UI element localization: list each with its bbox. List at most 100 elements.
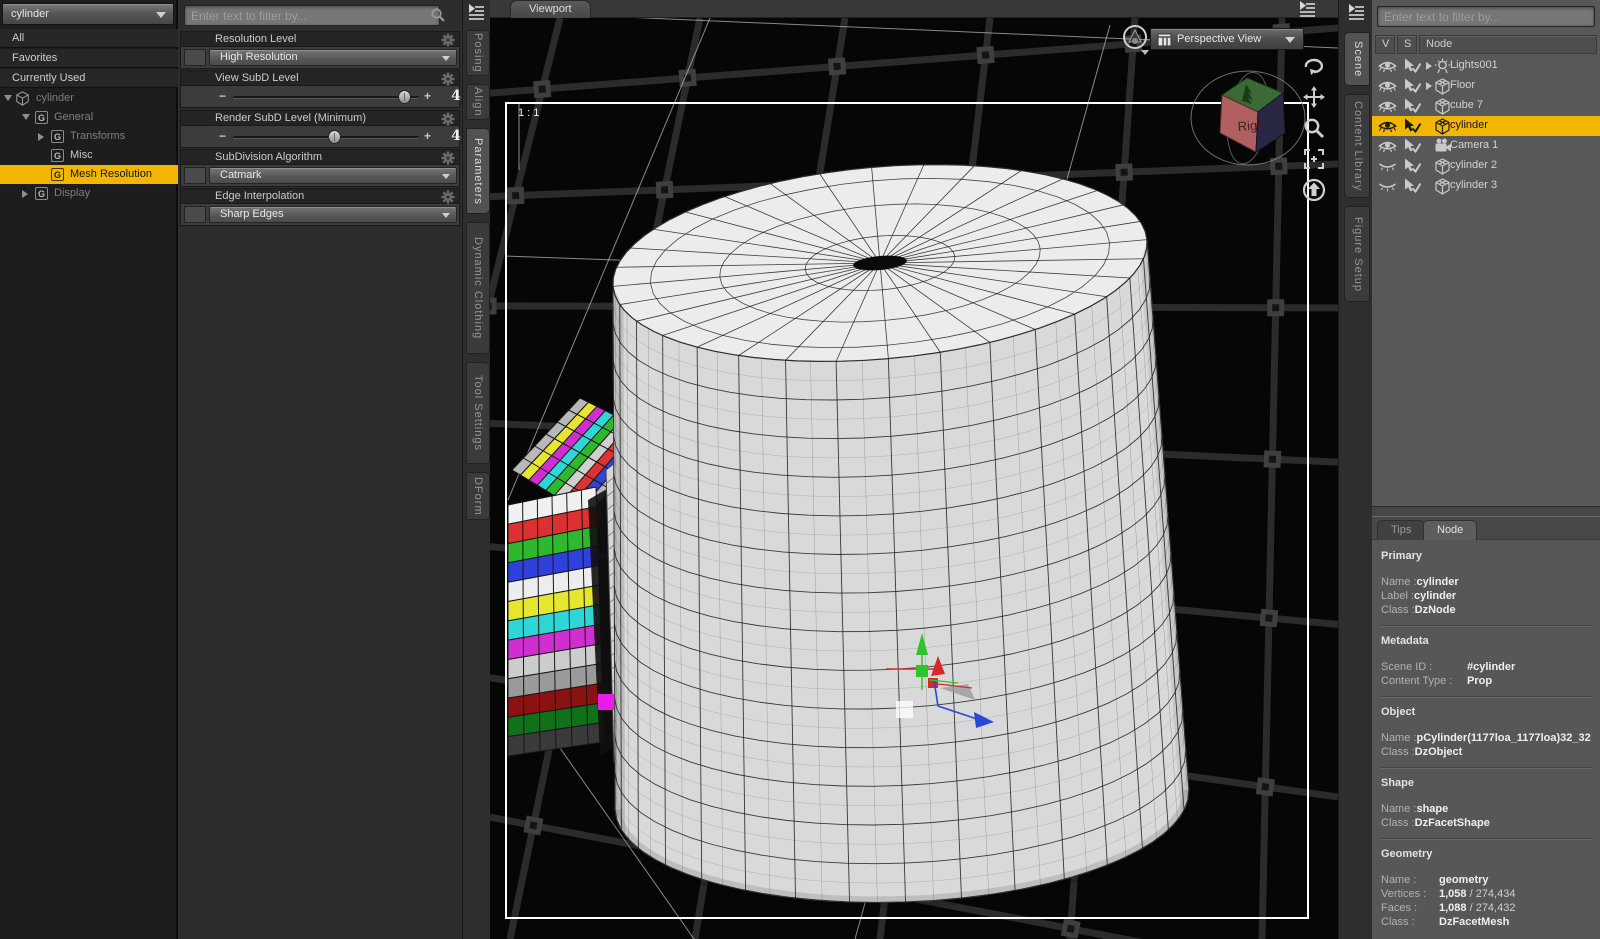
viewport-tabbar: Viewport xyxy=(490,0,1338,18)
slider-track[interactable] xyxy=(233,90,419,104)
param-group-header: Edge Interpolation xyxy=(180,188,460,204)
panel-splitter[interactable] xyxy=(1372,506,1600,517)
slider-minus-button[interactable]: − xyxy=(219,89,226,103)
param-dropdown-edge-interpolation[interactable]: Sharp Edges xyxy=(209,206,457,223)
reset-view-icon[interactable] xyxy=(1302,178,1328,204)
param-stub[interactable] xyxy=(184,206,206,223)
param-control-row: Catmark xyxy=(180,165,460,187)
chevron-down-icon xyxy=(442,56,450,61)
pane-menu-icon[interactable] xyxy=(467,4,486,24)
sidebar-item-all[interactable]: All xyxy=(0,29,178,48)
light-indicator-icon[interactable] xyxy=(1121,24,1151,56)
group-icon: G xyxy=(51,130,64,143)
scene-row-cylinder-3[interactable]: cylinder 3 xyxy=(1372,176,1600,196)
param-stub[interactable] xyxy=(184,49,206,66)
slider-minus-button[interactable]: − xyxy=(219,129,226,143)
tree-item-cylinder[interactable]: cylinder xyxy=(0,89,178,108)
slider-track[interactable] xyxy=(233,130,419,144)
info-field: Label : cylinder xyxy=(1381,590,1457,602)
group-icon: G xyxy=(35,187,48,200)
info-field: Name : geometry xyxy=(1381,874,1489,886)
info-field: Faces : 1,088 / 274,432 xyxy=(1381,902,1516,914)
tab-dynamic-clothing[interactable]: Dynamic Clothing xyxy=(466,222,490,354)
expander-down-icon[interactable] xyxy=(4,95,12,101)
scene-row-floor[interactable]: Floor xyxy=(1372,76,1600,96)
slider-handle[interactable] xyxy=(328,130,342,144)
chevron-down-icon xyxy=(442,174,450,179)
info-section-metadata: Metadata Scene ID : #cylinder Content Type… xyxy=(1381,635,1592,688)
info-section-primary: Primary Name : cylinder Label : cylinder Cl… xyxy=(1381,550,1592,617)
tab-align[interactable]: Align xyxy=(466,84,490,120)
chevron-down-icon xyxy=(156,12,166,18)
info-field: Name : shape xyxy=(1381,803,1449,815)
right-pane-tabstrip: Scene Content Library Figure Setup xyxy=(1338,0,1372,939)
pane-menu-icon[interactable] xyxy=(1347,4,1366,24)
info-field: Scene ID : #cylinder xyxy=(1381,661,1516,673)
scene-col-s[interactable]: S xyxy=(1397,35,1417,54)
scene-row-camera-1[interactable]: Camera 1 xyxy=(1372,136,1600,156)
scene-list-header: V S Node xyxy=(1375,35,1597,54)
tree-item-transforms[interactable]: G Transforms xyxy=(0,127,178,146)
tree-item-misc[interactable]: G Misc xyxy=(0,146,178,165)
slider-plus-button[interactable]: + xyxy=(424,89,431,103)
group-icon: G xyxy=(51,149,64,162)
info-section-geometry: Geometry Name : geometry Vertices : 1,058 … xyxy=(1381,848,1592,929)
tab-tips[interactable]: Tips xyxy=(1377,520,1426,540)
param-group-header: Resolution Level xyxy=(180,31,460,47)
param-dropdown-resolution-level[interactable]: High Resolution xyxy=(209,49,457,66)
tab-viewport[interactable]: Viewport xyxy=(510,0,591,18)
sidebar-item-currently-used[interactable]: Currently Used xyxy=(0,69,178,88)
viewport-canvas[interactable]: Right 1 : 1 Perspective View xyxy=(490,18,1338,939)
expander-right-icon[interactable] xyxy=(38,133,44,141)
orbit-view-icon[interactable] xyxy=(1302,54,1328,80)
scene-col-node[interactable]: Node xyxy=(1419,35,1597,54)
group-icon: G xyxy=(51,168,64,181)
tree-item-general[interactable]: G General xyxy=(0,108,178,127)
node-info-panel: Primary Name : cylinder Label : cylinder Cl… xyxy=(1372,540,1600,939)
tab-tool-settings[interactable]: Tool Settings xyxy=(466,362,490,464)
slider-plus-button[interactable]: + xyxy=(424,129,431,143)
parameters-panel: Resolution Level High Resolution View SubD… xyxy=(178,0,462,939)
param-control-row: − +4 xyxy=(180,86,461,108)
param-group-header: Render SubD Level (Minimum) xyxy=(180,110,460,126)
scene-node-combo[interactable]: cylinder xyxy=(2,3,174,25)
tab-content-library[interactable]: Content Library xyxy=(1344,94,1370,198)
zoom-view-icon[interactable] xyxy=(1302,116,1328,142)
expander-right-icon[interactable] xyxy=(1426,62,1432,70)
param-control-row: Sharp Edges xyxy=(180,204,460,226)
scene-row-cylinder[interactable]: cylinder xyxy=(1372,116,1600,136)
chevron-down-icon xyxy=(442,213,450,218)
param-dropdown-subdivision-algorithm[interactable]: Catmark xyxy=(209,167,457,184)
scene-row-lights001[interactable]: Lights001 xyxy=(1372,56,1600,76)
tab-posing[interactable]: Posing xyxy=(466,30,490,76)
scene-row-cube-7[interactable]: cube 7 xyxy=(1372,96,1600,116)
expander-down-icon[interactable] xyxy=(22,114,30,120)
tree-item-mesh-resolution[interactable]: G Mesh Resolution xyxy=(0,165,178,184)
info-field: Name : cylinder xyxy=(1381,576,1459,588)
sidebar-item-favorites[interactable]: Favorites xyxy=(0,49,178,68)
tab-node[interactable]: Node xyxy=(1423,520,1478,540)
scene-col-v[interactable]: V xyxy=(1375,35,1395,54)
view-cube-right-label: Right xyxy=(1237,117,1269,134)
info-field: Class : DzObject xyxy=(1381,746,1463,758)
parameters-filter-input[interactable] xyxy=(184,5,440,26)
tab-dform[interactable]: DForm xyxy=(466,472,490,520)
slider-handle[interactable] xyxy=(398,90,412,104)
info-field: Class : DzNode xyxy=(1381,604,1456,616)
tab-scene[interactable]: Scene xyxy=(1344,32,1370,86)
frame-view-icon[interactable] xyxy=(1302,147,1328,173)
info-section-shape: Shape Name : shape Class : DzFacetShape xyxy=(1381,777,1592,830)
tab-parameters[interactable]: Parameters xyxy=(466,128,490,214)
param-control-row: − +4 xyxy=(180,126,461,148)
camera-view-selector[interactable]: Perspective View xyxy=(1150,28,1304,50)
pan-view-icon[interactable] xyxy=(1302,85,1328,111)
param-stub[interactable] xyxy=(184,167,206,184)
expander-right-icon[interactable] xyxy=(1426,82,1432,90)
tab-figure-setup[interactable]: Figure Setup xyxy=(1344,206,1370,302)
viewport-nav-toolbar xyxy=(1300,54,1334,209)
scene-filter-input[interactable] xyxy=(1377,6,1595,27)
expander-right-icon[interactable] xyxy=(22,190,28,198)
scene-row-cylinder-2[interactable]: cylinder 2 xyxy=(1372,156,1600,176)
info-field: Class : DzFacetShape xyxy=(1381,817,1490,829)
tree-item-display[interactable]: G Display xyxy=(0,184,178,203)
